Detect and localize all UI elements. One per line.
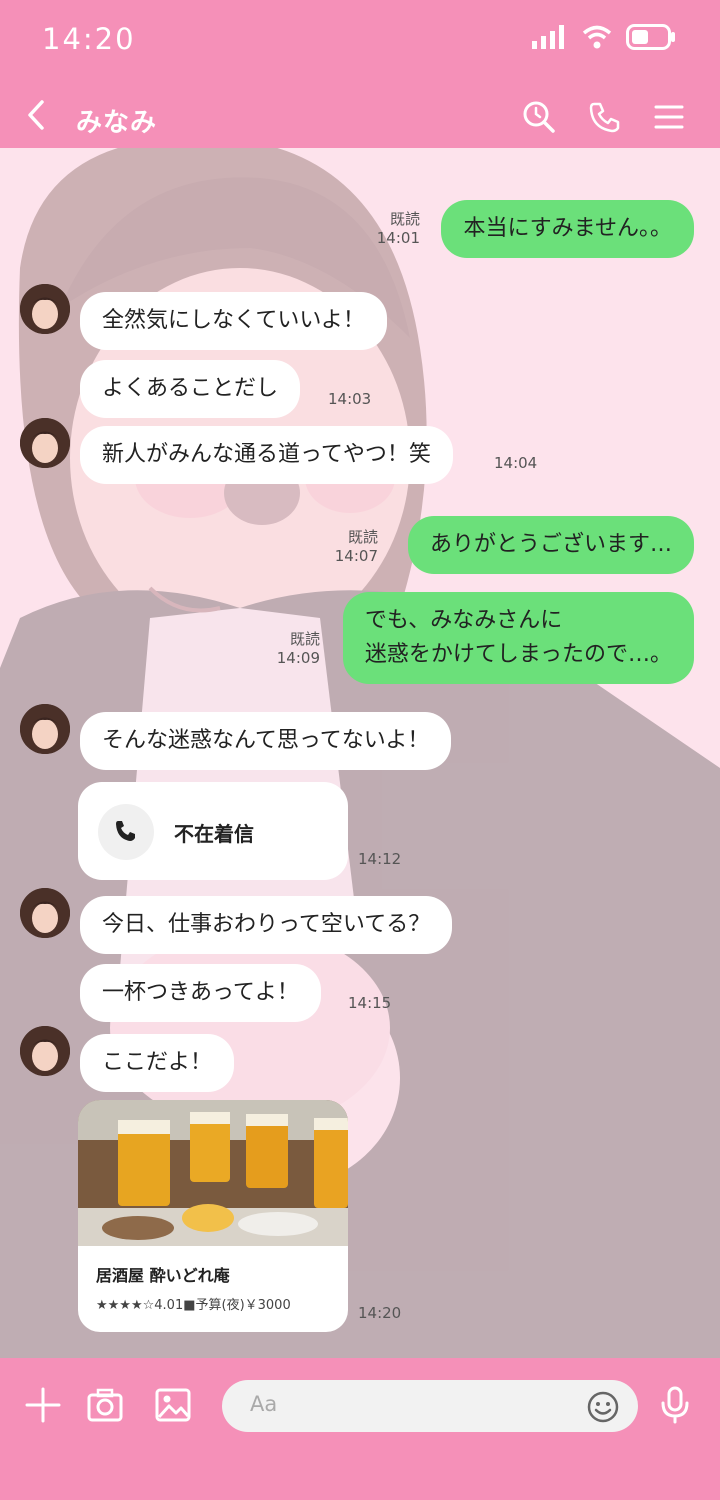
plus-icon[interactable]: [24, 1386, 62, 1424]
read-receipt: 既読 14:01: [376, 210, 420, 247]
message-bubble-outgoing[interactable]: でも、みなみさんに 迷惑をかけてしまったので…。: [342, 592, 694, 684]
avatar[interactable]: [20, 704, 70, 754]
avatar-image: [20, 418, 70, 468]
contact-name[interactable]: みなみ: [76, 102, 157, 139]
message-time: 14:20: [358, 1304, 402, 1322]
menu-icon[interactable]: [652, 100, 686, 134]
avatar-image: [20, 1026, 70, 1076]
avatar-image: [20, 704, 70, 754]
chat-header: みなみ: [0, 82, 720, 148]
wifi-icon: [582, 25, 612, 49]
battery-icon: [626, 24, 675, 50]
search-icon[interactable]: [522, 100, 556, 134]
missed-call-card[interactable]: 不在着信: [78, 782, 348, 880]
restaurant-link-card[interactable]: 居酒屋 酔いどれ庵 ★★★★☆4.01■予算(夜)￥3000: [78, 1100, 348, 1332]
message-bubble-incoming[interactable]: 新人がみんな通る道ってやつ！笑: [80, 426, 453, 484]
message-input-placeholder: Aa: [250, 1392, 278, 1416]
message-bubble-incoming[interactable]: 一杯つきあってよ！: [80, 964, 321, 1022]
status-time: 14:20: [42, 22, 136, 56]
avatar-image: [20, 888, 70, 938]
message-bubble-incoming[interactable]: 全然気にしなくていいよ！: [80, 292, 387, 350]
message-time: 14:15: [348, 994, 392, 1012]
message-bubble-incoming[interactable]: そんな迷惑なんて思ってないよ！: [80, 712, 452, 770]
back-icon[interactable]: [22, 98, 52, 132]
chat-area[interactable]: 既読 14:01 本当にすみません。。 全然気にしなくていいよ！ よくあることだし…: [0, 148, 720, 1358]
avatar[interactable]: [20, 284, 70, 334]
camera-icon[interactable]: [86, 1386, 124, 1424]
message-bubble-incoming[interactable]: 今日、仕事おわりって空いてる？: [80, 896, 453, 954]
avatar[interactable]: [20, 418, 70, 468]
message-input[interactable]: Aa: [222, 1380, 638, 1432]
avatar-image: [20, 284, 70, 334]
missed-call-icon-container: [98, 804, 154, 860]
message-line: でも、みなみさんに: [364, 608, 563, 633]
message-bubble-incoming[interactable]: ここだよ！: [80, 1034, 235, 1092]
message-bubble-outgoing[interactable]: 本当にすみません。。: [441, 200, 694, 258]
message-bubble-incoming[interactable]: よくあることだし: [80, 360, 301, 418]
missed-call-icon: [116, 821, 135, 841]
emoji-icon[interactable]: [586, 1390, 620, 1424]
avatar[interactable]: [20, 1026, 70, 1076]
status-icons: [532, 24, 676, 50]
message-line: 迷惑をかけてしまったので…。: [364, 642, 672, 667]
read-receipt: 既読 14:07: [334, 528, 378, 565]
signal-icon: [532, 25, 564, 49]
phone-icon[interactable]: [588, 100, 622, 134]
image-icon[interactable]: [154, 1386, 192, 1424]
missed-call-label: 不在着信: [174, 822, 254, 846]
restaurant-name: 居酒屋 酔いどれ庵: [96, 1266, 230, 1285]
status-bar: 14:20: [0, 0, 720, 82]
avatar[interactable]: [20, 888, 70, 938]
message-bubble-outgoing[interactable]: ありがとうございます…: [407, 516, 694, 574]
read-receipt: 既読 14:09: [276, 630, 320, 667]
input-bar: Aa: [0, 1358, 720, 1500]
message-time: 14:12: [358, 850, 402, 868]
mic-icon[interactable]: [656, 1386, 694, 1424]
restaurant-rating-budget: ★★★★☆4.01■予算(夜)￥3000: [96, 1298, 291, 1313]
message-time: 14:03: [328, 390, 372, 408]
message-time: 14:04: [494, 454, 538, 472]
beer-photo: [78, 1100, 348, 1246]
